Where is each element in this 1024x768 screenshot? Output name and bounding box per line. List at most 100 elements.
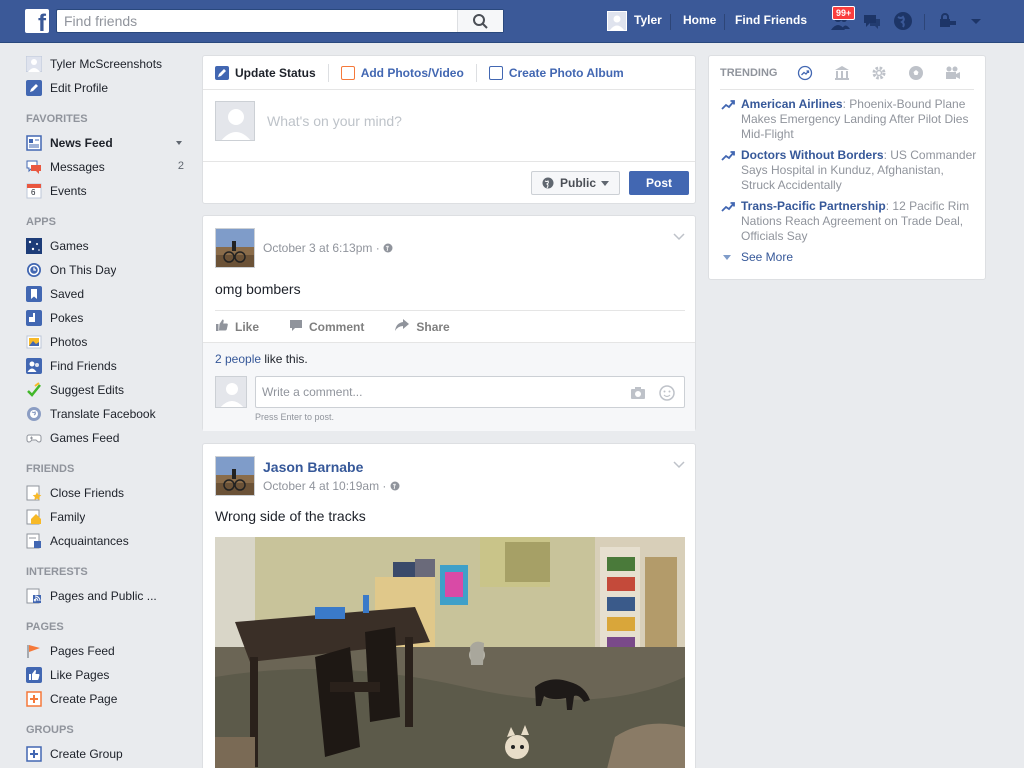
search-button[interactable] [457,10,503,32]
search-input[interactable] [57,10,457,32]
tab-label: Add Photos/Video [360,65,464,80]
sidebar-item-on-this-day[interactable]: On This Day [26,258,190,282]
status-input[interactable]: What's on your mind? [267,113,402,129]
facebook-logo-icon[interactable]: f [25,9,49,36]
divider [327,63,329,82]
sidebar-item-news-feed[interactable]: News Feed [26,131,190,155]
post-options-chevron-down-icon[interactable] [673,230,685,244]
sidebar-item-create-page[interactable]: Create Page [26,687,190,711]
divider [475,63,477,82]
comment-input[interactable] [256,377,616,407]
sidebar-item-label: News Feed [50,136,113,150]
sidebar-item-label: Photos [50,335,88,349]
photos-icon [26,334,42,350]
sidebar-item-messages[interactable]: Messages 2 [26,155,190,179]
sidebar-item-profile[interactable]: Tyler McScreenshots [26,52,190,76]
sidebar-item-pages-feed[interactable]: Pages Feed [26,639,190,663]
post-author-avatar[interactable] [215,456,255,496]
account-menu-chevron-down-icon[interactable] [965,10,987,32]
trending-topic[interactable]: American Airlines [741,97,843,111]
entertainment-camera-icon[interactable] [945,65,961,81]
sidebar-item-games[interactable]: Games [26,234,190,258]
status-composer: Update Status Add Photos/Video Create Ph… [202,55,696,204]
plus-square-icon [26,691,42,707]
user-name-link[interactable]: Tyler [634,13,662,27]
emoji-icon[interactable] [659,385,675,404]
sidebar-item-saved[interactable]: Saved [26,282,190,306]
globe-icon [26,406,42,422]
sidebar-item-like-pages[interactable]: Like Pages [26,663,190,687]
like-button[interactable]: Like [215,318,259,335]
sidebar-item-label: Close Friends [50,486,125,500]
comments-section: 2 people like this. Press Enter to post. [203,342,695,431]
sidebar-item-translate[interactable]: Translate Facebook [26,402,190,426]
sidebar-item-create-group[interactable]: Create Group [26,742,190,766]
trending-arrow-icon[interactable] [797,65,813,81]
science-gear-icon[interactable] [871,65,887,81]
messages-icon [26,159,42,175]
sidebar-item-label: On This Day [50,263,117,277]
sidebar-item-games-feed[interactable]: Games Feed [26,426,190,450]
find-friends-icon [26,358,42,374]
post-timestamp[interactable]: October 3 at 6:13pm · [263,241,393,255]
post-button[interactable]: Post [629,171,689,195]
tab-label: Update Status [235,65,316,80]
trending-topic[interactable]: Trans-Pacific Partnership [741,199,886,213]
trending-item-text: Doctors Without Borders: US Commander Sa… [741,148,977,193]
privacy-lock-icon[interactable] [937,10,959,32]
sidebar-item-find-friends[interactable]: Find Friends [26,354,190,378]
sidebar-item-family[interactable]: Family [26,505,190,529]
likes-count-link[interactable]: 2 people [215,352,261,366]
sidebar-item-pages-and-public[interactable]: Pages and Public ... [26,584,190,608]
sidebar-item-pokes[interactable]: Pokes [26,306,190,330]
home-link[interactable]: Home [683,13,716,27]
trending-arrow-icon [721,201,735,217]
photo-video-icon [340,65,355,80]
politics-building-icon[interactable] [834,65,850,81]
trending-topic[interactable]: Doctors Without Borders [741,148,884,162]
user-avatar[interactable] [607,11,627,31]
tab-update-status[interactable]: Update Status [215,65,316,80]
find-friends-link[interactable]: Find Friends [735,13,807,27]
sidebar-item-label: Find Friends [50,359,117,373]
chevron-down-icon [601,180,609,186]
sidebar-item-label: Suggest Edits [50,383,125,397]
share-button[interactable]: Share [394,318,450,335]
commenter-avatar [215,376,247,408]
chevron-down-icon[interactable] [176,141,182,145]
privacy-selector[interactable]: Public [531,171,620,195]
post-photo[interactable] [215,537,685,768]
sidebar-item-suggest-edits[interactable]: Suggest Edits [26,378,190,402]
sports-ball-icon[interactable] [908,65,924,81]
tab-add-photos-video[interactable]: Add Photos/Video [340,65,464,80]
post-author-name[interactable]: Jason Barnabe [263,459,363,475]
globe-icon [390,481,400,491]
trending-item-text: Trans-Pacific Partnership: 12 Pacific Ri… [741,199,977,244]
post-options-chevron-down-icon[interactable] [673,458,685,472]
sidebar-item-label: Translate Facebook [50,407,156,421]
sidebar-item-photos[interactable]: Photos [26,330,190,354]
calendar-icon: 6 [26,183,42,199]
sidebar-item-acquaintances[interactable]: Acquaintances [26,529,190,553]
sidebar-item-label: Create Page [50,692,118,706]
divider [924,14,925,30]
post-timestamp[interactable]: October 4 at 10:19am · [263,479,400,493]
notifications-globe-icon[interactable] [892,10,914,32]
messages-icon[interactable] [861,10,883,32]
comment-label: Comment [309,319,365,334]
sidebar-item-label: Like Pages [50,668,110,682]
camera-icon[interactable] [630,386,646,403]
post-author-avatar[interactable] [215,228,255,268]
sidebar-item-events[interactable]: 6 Events [26,179,190,203]
see-more-link[interactable]: See More [723,250,793,264]
trending-title: TRENDING [720,66,778,79]
sidebar-item-label: Games [50,239,89,253]
profile-picture-icon [26,56,42,72]
comment-button[interactable]: Comment [289,318,364,335]
likes-summary: 2 people like this. [215,352,308,366]
sidebar-item-close-friends[interactable]: Close Friends [26,481,190,505]
search-icon [473,14,488,29]
sidebar-item-edit-profile[interactable]: Edit Profile [26,76,190,100]
tab-create-photo-album[interactable]: Create Photo Album [488,65,624,80]
pencil-icon [215,65,229,80]
